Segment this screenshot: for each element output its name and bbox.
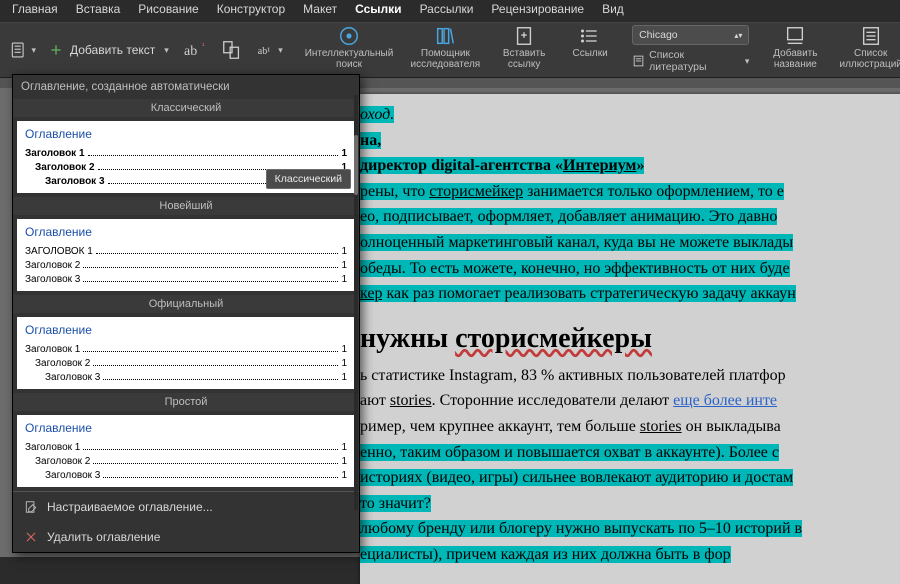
books-icon (434, 25, 456, 47)
update-toc-button[interactable]: ab ¹ (181, 37, 207, 63)
citations-button[interactable]: Ссылки (570, 25, 610, 60)
svg-text:ab¹: ab¹ (258, 46, 270, 57)
text: на, (360, 132, 381, 149)
menu-references[interactable]: Ссылки (355, 2, 401, 22)
toc-scrollbar[interactable] (354, 95, 358, 510)
toc-gallery-panel: Оглавление, созданное автоматически Клас… (12, 74, 360, 553)
delete-icon (23, 529, 39, 545)
insert-caption-button[interactable]: Добавить название (771, 25, 819, 70)
insert-citation-button[interactable]: Вставить ссылку (500, 25, 548, 70)
svg-text:ab: ab (184, 44, 197, 59)
document-page[interactable]: оход. на, директор digital-агентства «Ин… (360, 94, 900, 584)
pencil-page-icon (23, 499, 39, 515)
menu-review[interactable]: Рецензирование (491, 2, 584, 22)
table-of-figures-button[interactable]: Список иллюстраций (841, 25, 900, 70)
bibliography-style-select[interactable]: Chicago ▴▾ (632, 25, 749, 45)
menu-insert[interactable]: Вставка (76, 2, 121, 22)
toc-remove-button[interactable]: Удалить оглавление (13, 522, 359, 552)
toc-style-preview[interactable]: ОглавлениеЗАГОЛОВОК 11Заголовок 21Заголо… (17, 219, 355, 291)
toc-style-label: Простой (13, 393, 359, 411)
menubar: Главная Вставка Рисование Конструктор Ма… (0, 0, 900, 22)
toc-style-preview[interactable]: ОглавлениеЗаголовок 11Заголовок 21Заголо… (17, 121, 355, 193)
menu-draw[interactable]: Рисование (138, 2, 198, 22)
hyperlink[interactable]: еще более инте (673, 392, 777, 409)
add-text-button[interactable]: Добавить текст ▾ (48, 42, 169, 58)
endnote-button[interactable]: ab¹▾ (257, 37, 283, 63)
heading-2: нужны сторисмейкеры (360, 323, 900, 355)
toc-style-label: Официальный (13, 295, 359, 313)
toc-panel-title: Оглавление, созданное автоматически (13, 75, 359, 99)
toc-style-preview[interactable]: ОглавлениеЗаголовок 11Заголовок 21Заголо… (17, 415, 355, 487)
menu-mailings[interactable]: Рассылки (420, 2, 474, 22)
bibliography-list-button[interactable]: Список литературы▾ (632, 49, 749, 73)
menu-design[interactable]: Конструктор (217, 2, 285, 22)
add-text-label: Добавить текст (70, 43, 155, 57)
menu-layout[interactable]: Макет (303, 2, 337, 22)
toc-style-label: Новейший (13, 197, 359, 215)
tooltip: Классический (266, 169, 351, 189)
svg-text:¹: ¹ (202, 41, 205, 50)
toc-style-preview[interactable]: ОглавлениеЗаголовок 11Заголовок 21Заголо… (17, 317, 355, 389)
menu-home[interactable]: Главная (12, 2, 58, 22)
smart-lookup-button[interactable]: Интеллектуальный поиск (307, 25, 390, 70)
menu-view[interactable]: Вид (602, 2, 624, 22)
list-icon (579, 25, 601, 47)
toc-dropdown-button[interactable]: ▾ (10, 37, 36, 63)
toc-style-label: Классический (13, 99, 359, 117)
footnote-button[interactable] (219, 37, 245, 63)
researcher-button[interactable]: Помощник исследователя (413, 25, 478, 70)
bibliography-icon (632, 54, 645, 68)
citation-icon (513, 25, 535, 47)
lightbulb-icon (338, 25, 360, 47)
caption-icon (784, 25, 806, 47)
toc-custom-button[interactable]: Настраиваемое оглавление... (13, 492, 359, 522)
text: оход. (360, 106, 394, 123)
ribbon: ▾ Добавить текст ▾ ab ¹ ab¹▾ Интеллектуал… (0, 22, 900, 78)
figures-icon (860, 25, 882, 47)
